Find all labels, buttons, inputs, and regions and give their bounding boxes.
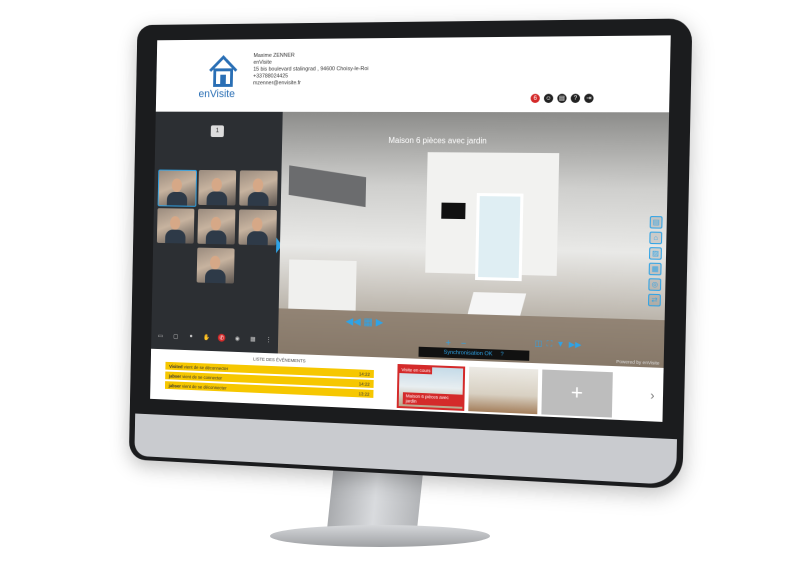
event-time: 14:22 — [359, 371, 370, 376]
share-icon[interactable]: ⇄ — [648, 294, 661, 307]
participant-tile[interactable] — [197, 209, 235, 245]
hangup-icon[interactable]: ✆ — [218, 334, 226, 342]
video-conference-panel: 1 ▭ ▢ ● ✋ ✆ ◉ ▦ ⋮ — [151, 112, 283, 354]
logo-text: enVisite — [198, 88, 235, 100]
property-thumbnail[interactable] — [468, 367, 538, 415]
events-title: LISTE DES ÉVÉNEMENTS — [253, 356, 306, 363]
room-cabinet — [288, 259, 356, 310]
header-toolbar: 6 ☺ ▤ ? ⇥ — [531, 94, 594, 103]
participant-tile[interactable] — [238, 209, 276, 245]
event-text: vient de se déconnecter — [182, 383, 227, 390]
room-table — [468, 292, 527, 316]
current-visit-tag: Visite en cours — [399, 366, 432, 374]
property-thumbnail-active[interactable]: Visite en cours Maison 6 pièces avec jar… — [397, 364, 465, 411]
play-icon[interactable]: ▶ — [376, 317, 384, 328]
notification-badge[interactable]: 6 — [531, 94, 540, 103]
event-text: vient de se connecter — [182, 374, 222, 380]
thumbnails-icon[interactable]: ▦ — [363, 317, 372, 328]
dropdown-icon[interactable]: ▼ — [556, 339, 564, 350]
tour-side-tools: ▤ ⌂ ▨ ▦ ◎ ⇄ — [648, 216, 663, 307]
hand-icon[interactable]: ✋ — [203, 333, 211, 341]
camera-toggle-button[interactable]: 1 — [211, 125, 224, 137]
monitor-stand-neck — [327, 470, 424, 532]
gallery-icon[interactable]: ▨ — [649, 247, 662, 260]
screen-icon[interactable]: ▢ — [172, 332, 180, 340]
app-header: enVisite Maxime ZENNER enVisite 15 bis b… — [156, 35, 671, 112]
event-time: 13:22 — [358, 391, 369, 396]
participant-tile[interactable] — [197, 248, 235, 284]
exit-icon[interactable]: ⇥ — [584, 94, 594, 103]
help-icon[interactable]: ? — [571, 94, 581, 103]
tour-title: Maison 6 pièces avec jardin — [388, 136, 486, 146]
zoom-controls: + − — [446, 338, 467, 349]
participant-tile[interactable] — [158, 170, 197, 207]
event-time: 14:22 — [359, 381, 370, 386]
participant-tile[interactable] — [239, 170, 277, 206]
monitor-chin — [134, 414, 677, 485]
sync-status-text: Synchronisation OK — [444, 350, 493, 358]
room-tv — [441, 203, 465, 220]
event-user: jabser — [169, 383, 181, 388]
mic-icon[interactable]: ● — [187, 333, 195, 341]
virtual-tour-viewer[interactable]: Maison 6 pièces avec jardin ▤ ⌂ ▨ ▦ ◎ ⇄ … — [278, 112, 669, 368]
home-icon[interactable]: ⌂ — [649, 232, 662, 245]
monitor-stand-base — [270, 525, 490, 547]
forward-icon[interactable]: ▶▶ — [569, 340, 582, 351]
room-mirror — [289, 165, 366, 207]
document-icon[interactable]: ▤ — [557, 94, 566, 103]
vr-icon[interactable]: ◫ — [535, 339, 543, 349]
fullscreen-icon[interactable]: ⛶ — [546, 339, 552, 349]
zoom-in-button[interactable]: + — [446, 338, 451, 348]
record-icon[interactable]: ◉ — [233, 334, 241, 342]
event-user: Visited — [169, 363, 183, 368]
sync-help-icon[interactable]: ? — [500, 352, 503, 358]
rewind-icon[interactable]: ◀◀ — [346, 316, 361, 327]
participants-grid — [158, 170, 281, 171]
chat-icon[interactable]: ▭ — [157, 332, 164, 340]
next-arrow-icon[interactable]: › — [650, 388, 655, 403]
tour-navigation: ◀◀ ▦ ▶ — [346, 316, 384, 328]
grid-icon[interactable]: ▦ — [249, 335, 257, 343]
agent-email: mzenner@envisite.fr — [253, 80, 368, 87]
zoom-out-button[interactable]: − — [461, 338, 466, 348]
call-controls: ▭ ▢ ● ✋ ✆ ◉ ▦ ⋮ — [157, 332, 273, 344]
screen: enVisite Maxime ZENNER enVisite 15 bis b… — [150, 35, 671, 422]
view-mode-controls: ◫ ⛶ ▼ ▶▶ — [535, 339, 582, 351]
room-window — [475, 193, 523, 281]
floorplan-icon[interactable]: ▦ — [649, 263, 662, 276]
property-name: Maison 6 pièces avec jardin — [403, 392, 463, 407]
house-logo-icon — [204, 51, 242, 90]
participant-tile[interactable] — [157, 208, 195, 243]
event-text: vient de se déconnecter — [184, 364, 229, 371]
participant-tile[interactable] — [198, 170, 236, 206]
event-user: jabser — [169, 373, 181, 378]
agent-contact: Maxime ZENNER enVisite 15 bis boulevard … — [253, 52, 369, 87]
participants-icon[interactable]: ☺ — [544, 94, 553, 103]
agent-address: 15 bis boulevard stalingrad , 94600 Choi… — [253, 66, 368, 73]
info-icon[interactable]: ▤ — [650, 216, 663, 229]
location-icon[interactable]: ◎ — [648, 278, 661, 291]
more-icon[interactable]: ⋮ — [265, 335, 273, 343]
monitor: enVisite Maxime ZENNER enVisite 15 bis b… — [129, 18, 693, 489]
add-property-button[interactable]: + — [541, 370, 612, 418]
